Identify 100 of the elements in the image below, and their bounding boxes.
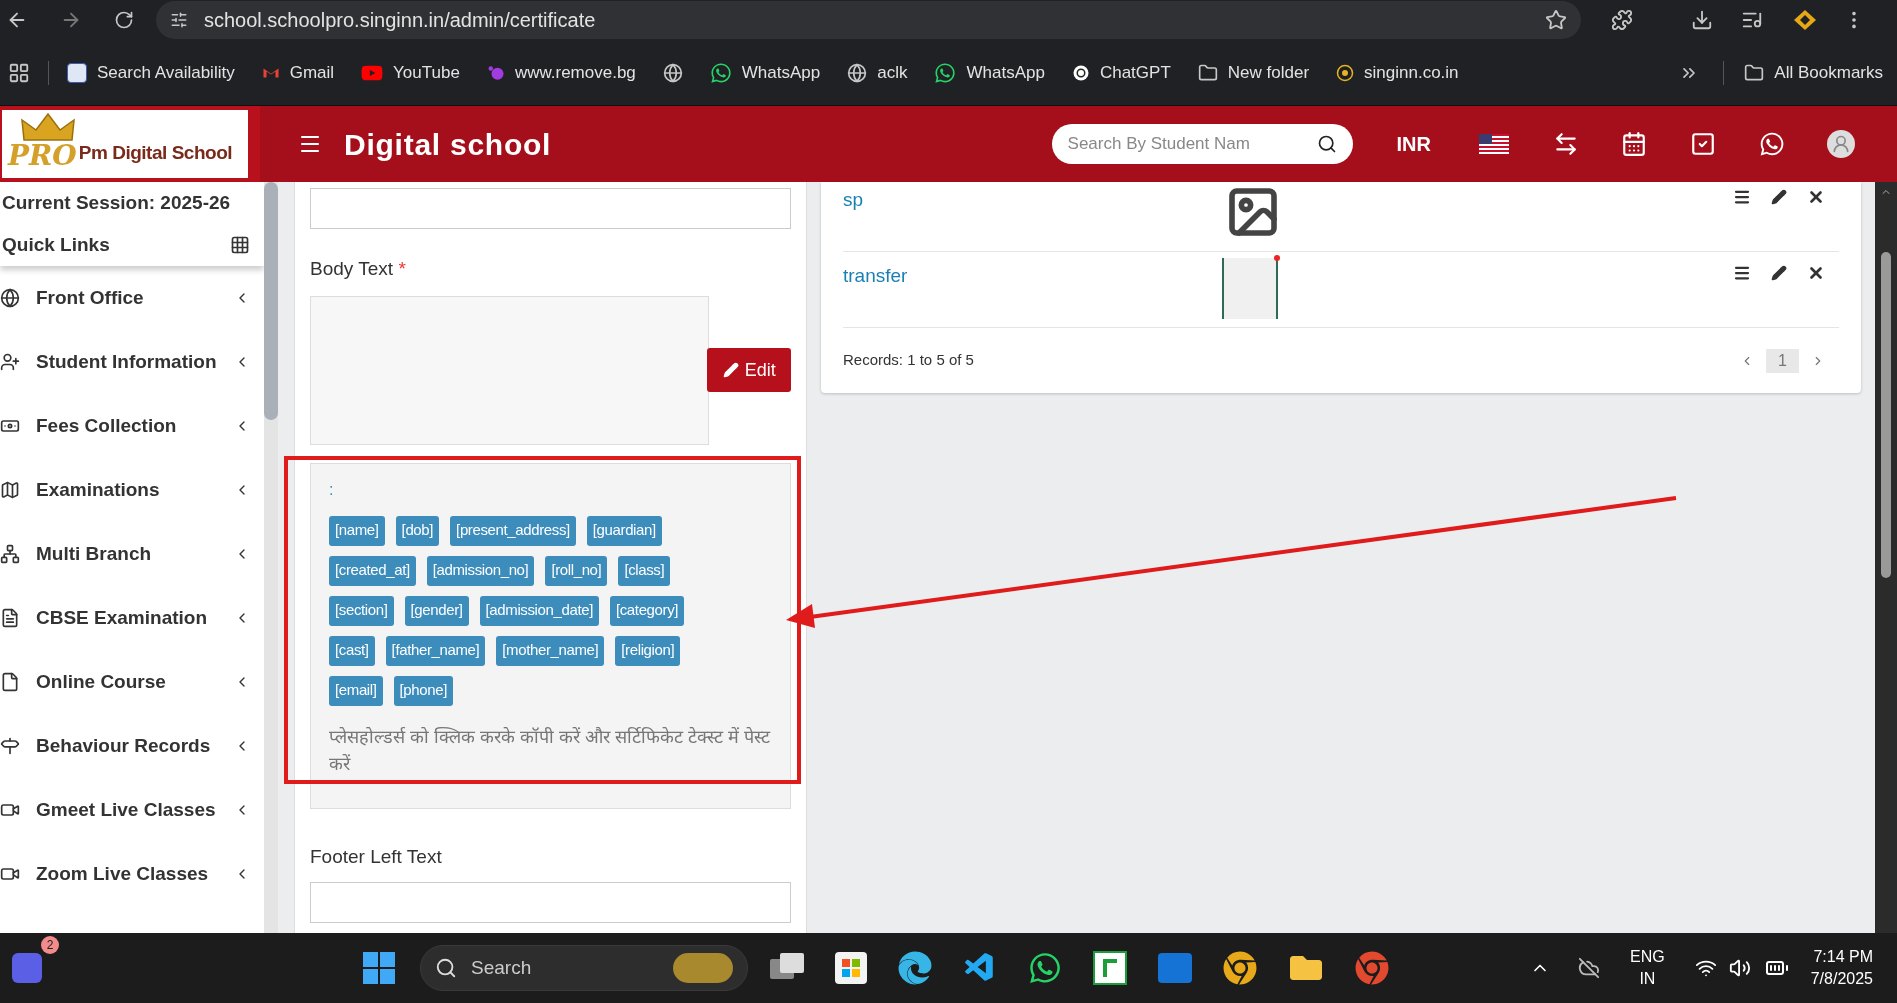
certificate-name-link[interactable]: sp [843, 182, 1220, 215]
sidebar-menu-item[interactable]: Front Office [0, 266, 264, 330]
network-icon [0, 544, 20, 564]
cloud-off-icon[interactable] [1578, 957, 1601, 979]
globe-icon [0, 288, 20, 308]
sidebar-menu-item[interactable]: Multi Branch [0, 522, 264, 586]
placeholder-tag[interactable]: [category] [609, 595, 685, 626]
windows-start-icon[interactable] [362, 951, 396, 985]
sidebar-menu-item[interactable]: Examinations [0, 458, 264, 522]
whatsapp-icon[interactable] [1028, 951, 1062, 985]
search-icon[interactable] [1316, 134, 1337, 154]
volume-icon[interactable] [1728, 957, 1751, 979]
task-check-icon[interactable] [1690, 131, 1716, 157]
scrollbar-thumb[interactable] [264, 182, 278, 420]
pencil-icon[interactable] [1771, 265, 1787, 281]
page-button[interactable]: 1 [1766, 348, 1799, 373]
placeholder-tag[interactable]: [present_address] [450, 515, 576, 546]
swap-icon[interactable] [1553, 131, 1579, 157]
chrome-browser-icon[interactable] [1355, 951, 1389, 985]
logo-text: Pm Digital School [78, 143, 233, 162]
store-icon[interactable] [835, 952, 867, 984]
delete-icon[interactable] [1807, 264, 1825, 282]
clock[interactable]: 7:14 PM 7/8/2025 [1810, 946, 1873, 990]
apps-grid-icon[interactable] [8, 61, 30, 84]
logo-pro-text: PRO [8, 142, 77, 170]
globe-icon [847, 62, 868, 83]
text-input-field[interactable] [310, 188, 791, 229]
flag-icon[interactable] [1479, 134, 1509, 154]
folder-icon [1744, 62, 1765, 83]
bookmark-link[interactable]: singinn.co.in [1336, 59, 1459, 86]
sidebar-menu-item[interactable]: CBSE Examination [0, 586, 264, 650]
placeholder-prefix: : [329, 479, 335, 500]
user-avatar[interactable] [1827, 130, 1855, 158]
sidebar-menu-item[interactable]: Behaviour Records [0, 714, 264, 778]
scrollbar-thumb[interactable] [1881, 252, 1891, 578]
bookmark-link[interactable]: www.remove.bg [486, 59, 636, 86]
extensions-icon[interactable] [1611, 9, 1633, 31]
bookmark-link[interactable]: WhatsApp [934, 59, 1045, 86]
placeholder-tag[interactable]: [created_at] [329, 555, 416, 586]
placeholder-tag[interactable]: [class] [618, 555, 671, 586]
video-app-icon[interactable] [12, 953, 42, 983]
globe-icon[interactable] [662, 62, 683, 83]
diamond-extension-icon[interactable] [1793, 9, 1817, 31]
placeholder-tag[interactable]: [dob] [395, 515, 440, 546]
bookmark-link[interactable]: Search Availability [67, 59, 235, 86]
bookmark-star-icon[interactable] [1545, 9, 1567, 31]
bookmark-link[interactable]: ChatGPT [1071, 59, 1171, 86]
delete-icon[interactable] [1807, 188, 1825, 206]
student-search-field[interactable]: Search By Student Nam [1051, 124, 1353, 164]
menu-icon[interactable] [1733, 188, 1751, 206]
certificate-name-link[interactable]: transfer [843, 258, 1220, 291]
sidebar-menu-item[interactable]: Zoom Live Classes [0, 842, 264, 906]
download-icon[interactable] [1691, 9, 1713, 31]
placeholder-tag[interactable]: [guardian] [586, 515, 662, 546]
edge-browser-icon[interactable] [898, 951, 932, 985]
sidebar-menu-item[interactable]: Fees Collection [0, 394, 264, 458]
folder-icon [1197, 62, 1218, 83]
all-bookmarks-link[interactable]: All Bookmarks [1744, 59, 1883, 86]
crown-logo-icon [20, 112, 76, 142]
sidebar-menu-item[interactable]: Online Course [0, 650, 264, 714]
placeholder-tag[interactable]: [mother_name] [496, 635, 605, 666]
bookmark-link[interactable]: aclk [847, 59, 908, 86]
placeholder-tag[interactable]: [father_name] [385, 635, 486, 666]
placeholder-tag[interactable]: [section] [329, 595, 394, 626]
placeholder-tag[interactable]: [admission_no] [426, 555, 535, 586]
reload-icon[interactable] [114, 10, 134, 30]
language-indicator[interactable]: ENG IN [1630, 946, 1665, 990]
chrome-browser-icon[interactable] [1223, 951, 1257, 985]
placeholder-tag[interactable]: [gender] [404, 595, 469, 626]
pencil-icon[interactable] [1771, 189, 1787, 205]
session-label: Current Session: 2025-26 [2, 190, 232, 215]
placeholder-tag[interactable]: [roll_no] [545, 555, 608, 586]
footer-left-text-field[interactable] [310, 882, 791, 923]
site-settings-icon[interactable] [170, 11, 188, 29]
user-plus-icon [0, 352, 20, 372]
taskbar-search-field[interactable]: Search [420, 945, 748, 991]
currency-label[interactable]: INR [1396, 129, 1431, 159]
edit-button[interactable]: Edit [707, 348, 791, 392]
placeholder-tag[interactable]: [phone] [393, 675, 453, 706]
address-bar[interactable]: school.schoolpro.singinn.in/admin/certificate [156, 1, 1581, 39]
placeholder-tag[interactable]: [admission_date] [479, 595, 599, 626]
calendar-icon[interactable] [1621, 131, 1647, 157]
bookmark-link[interactable]: Gmail [261, 59, 335, 86]
placeholder-tag[interactable]: [religion] [615, 635, 681, 666]
menu-icon[interactable] [1733, 264, 1751, 282]
pencil-icon [722, 362, 739, 378]
bookmark-link[interactable]: YouTube [361, 59, 460, 86]
bookmark-link[interactable]: WhatsApp [709, 59, 821, 86]
app-title: Digital school [344, 126, 552, 163]
quick-links-label: Quick Links [2, 233, 110, 257]
placeholder-tag[interactable]: [cast] [329, 635, 375, 666]
body-text-label: Body Text [310, 258, 394, 279]
grid-icon[interactable] [230, 235, 250, 256]
signpost-icon [0, 736, 20, 756]
placeholder-tag[interactable]: [name] [329, 515, 385, 546]
bookmark-link[interactable]: New folder [1197, 59, 1310, 86]
placeholder-tag[interactable]: [email] [329, 675, 383, 706]
whatsapp-icon[interactable] [1759, 131, 1785, 157]
sidebar-menu-item[interactable]: Student Information [0, 330, 264, 394]
sidebar-menu-item[interactable]: Gmeet Live Classes [0, 778, 264, 842]
